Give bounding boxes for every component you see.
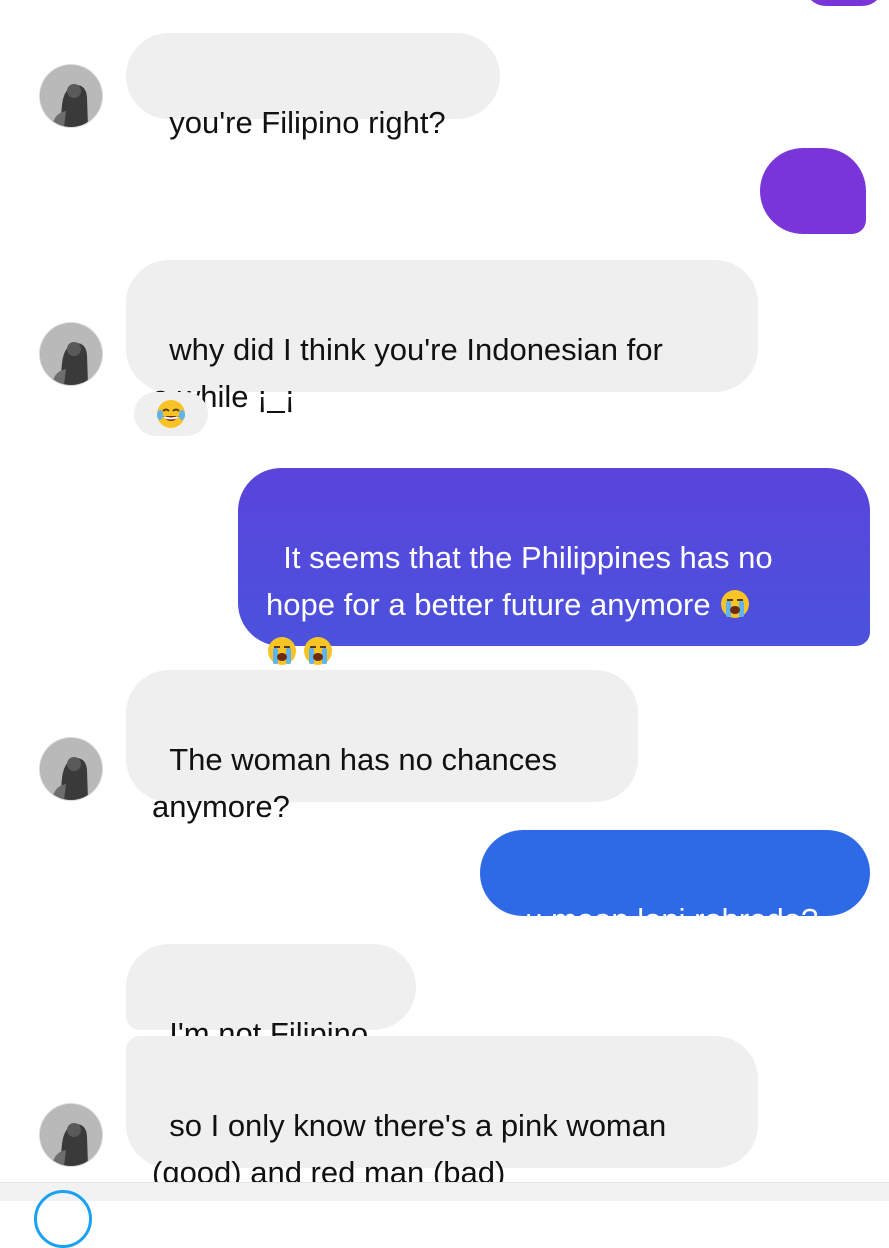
message-bubble-incoming[interactable]: The woman has no chances anymore? (126, 670, 638, 824)
message-text: yea (784, 267, 834, 302)
message-text: you're Filipino right? (169, 105, 446, 140)
contact-avatar[interactable] (40, 738, 102, 800)
message-text: The woman has no chances anymore? (152, 742, 557, 824)
message-bubble-incoming[interactable]: why did I think you're Indonesian for a … (126, 260, 758, 414)
message-bubble-outgoing[interactable]: u mean leni robredo? (480, 830, 870, 937)
loudly-crying-face-icon (266, 635, 298, 667)
person-silhouette-icon (40, 738, 102, 800)
face-with-tears-of-joy-icon (157, 400, 185, 428)
message-text: why did I think you're Indonesian for a … (152, 332, 663, 414)
message-text: so I only know there's a pink woman (goo… (152, 1108, 667, 1190)
loudly-crying-face-icon (302, 635, 334, 667)
message-bubble-outgoing[interactable]: It seems that the Philippines has no hop… (238, 468, 870, 665)
person-silhouette-icon (40, 1104, 102, 1166)
message-bubble-incoming[interactable]: I'm not Filipino (126, 944, 416, 1051)
composer-action-icon[interactable] (34, 1190, 92, 1248)
person-silhouette-icon (40, 323, 102, 385)
composer-bar (0, 1182, 889, 1201)
message-text: It seems that the Philippines has no hop… (266, 540, 773, 622)
person-silhouette-icon (40, 65, 102, 127)
contact-avatar[interactable] (40, 1104, 102, 1166)
previous-message-bubble (804, 0, 884, 6)
message-bubble-outgoing[interactable]: yea (760, 148, 866, 302)
contact-avatar[interactable] (40, 65, 102, 127)
loudly-crying-face-icon (719, 588, 751, 620)
message-text: u mean leni robredo? (525, 902, 819, 937)
message-reaction[interactable] (134, 392, 208, 436)
message-bubble-incoming[interactable]: you're Filipino right? (126, 33, 500, 140)
message-bubble-incoming[interactable]: so I only know there's a pink woman (goo… (126, 1036, 758, 1190)
contact-avatar[interactable] (40, 323, 102, 385)
